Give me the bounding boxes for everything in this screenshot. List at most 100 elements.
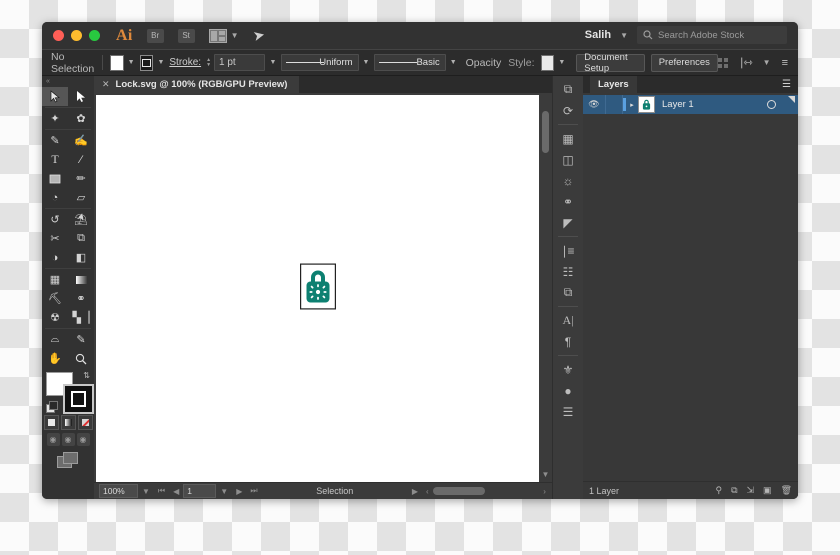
make-clipping-mask-icon[interactable]: ⧉	[731, 485, 737, 496]
direct-selection-tool[interactable]	[68, 87, 94, 106]
stroke-color-swatch[interactable]	[139, 54, 154, 71]
padlock-artwork[interactable]	[299, 263, 336, 314]
fill-chevron-down-icon[interactable]: ▼	[128, 59, 135, 66]
tools-collapse-button[interactable]: «	[42, 76, 94, 87]
artboard-canvas[interactable]	[96, 95, 539, 482]
layer-name[interactable]: Layer 1	[662, 99, 694, 110]
expand-layer-icon[interactable]: ▸	[626, 101, 638, 109]
perspective-grid-tool[interactable]: ◧	[68, 248, 94, 267]
color-guide-icon[interactable]: ⚭	[556, 191, 580, 212]
user-name-label[interactable]: Salih	[585, 29, 611, 41]
curvature-tool[interactable]: ✍	[68, 131, 94, 150]
opacity-label[interactable]: Opacity	[466, 57, 502, 69]
none-button[interactable]	[77, 415, 93, 430]
align-chevron-down-icon[interactable]: ▼	[763, 58, 771, 67]
artboard-number-field[interactable]: 1	[183, 484, 217, 498]
stroke-chevron-down-icon[interactable]: ▼	[157, 59, 164, 66]
transform-icon[interactable]: ☷	[556, 261, 580, 282]
eraser-tool[interactable]: ▱	[68, 188, 94, 207]
create-new-sublayer-icon[interactable]: ⇲	[747, 485, 755, 496]
column-graph-tool[interactable]: ▚▕	[68, 308, 94, 327]
hand-tool[interactable]: ✋	[42, 349, 68, 368]
delete-selection-icon[interactable]: 🗑	[781, 485, 792, 496]
paintbrush-tool[interactable]: ✏	[68, 169, 94, 188]
close-window-button[interactable]	[53, 30, 64, 41]
chevron-down-icon[interactable]: ▼	[542, 470, 550, 479]
horizontal-scrollbar-thumb[interactable]	[432, 487, 485, 495]
previous-artboard-icon[interactable]: ◀	[169, 487, 183, 496]
document-tab[interactable]: ✕ Lock.svg @ 100% (RGB/GPU Preview)	[94, 76, 300, 93]
lasso-tool[interactable]: ✿	[68, 109, 94, 128]
fill-color-swatch[interactable]	[109, 54, 124, 71]
draw-normal-icon[interactable]: ◉	[46, 433, 60, 446]
minimize-window-button[interactable]	[71, 30, 82, 41]
line-segment-tool[interactable]: ∕	[68, 150, 94, 169]
brush-definition-chevron-down-icon[interactable]: ▼	[450, 59, 457, 66]
scale-tool[interactable]: ⛱	[68, 210, 94, 229]
zoom-level-field[interactable]: 100%	[99, 484, 138, 498]
bridge-button[interactable]: Br	[146, 28, 164, 43]
swatches-icon[interactable]: ▦	[556, 128, 580, 149]
slice-tool[interactable]: ✎	[68, 330, 94, 349]
scroll-right-icon[interactable]: ›	[539, 487, 552, 496]
width-profile-chevron-down-icon[interactable]: ▼	[363, 59, 370, 66]
close-icon[interactable]: ✕	[102, 79, 110, 90]
selection-tool[interactable]	[42, 87, 68, 106]
brush-definition-select[interactable]: Basic	[374, 54, 446, 71]
panel-menu-icon[interactable]: ☰	[782, 79, 791, 90]
screen-mode-button[interactable]	[57, 452, 79, 468]
vertical-scrollbar-thumb[interactable]	[542, 111, 549, 153]
align-icon[interactable]: ∣⇿	[739, 56, 753, 69]
width-tool[interactable]: ✂	[42, 229, 68, 248]
brushes-icon[interactable]: ◤	[556, 212, 580, 233]
status-menu-icon[interactable]: ▶	[408, 487, 422, 496]
zoom-chevron-down-icon[interactable]: ▼	[138, 487, 154, 496]
gradient-icon[interactable]: ◫	[556, 149, 580, 170]
color-icon[interactable]: ☼	[556, 170, 580, 191]
mesh-tool[interactable]: ▦	[42, 270, 68, 289]
panel-options-icon[interactable]: ≡	[782, 57, 789, 69]
visibility-toggle-icon[interactable]: 👁	[583, 99, 605, 110]
style-chevron-down-icon[interactable]: ▼	[558, 59, 565, 66]
stroke-swatch[interactable]	[63, 384, 94, 414]
layers-tab[interactable]: Layers	[590, 76, 637, 93]
layers-menu-icon[interactable]: ☰	[556, 401, 580, 422]
symbol-sprayer-tool[interactable]: ☢	[42, 308, 68, 327]
stroke-label[interactable]: Stroke:	[169, 57, 201, 68]
width-profile-select[interactable]: Uniform	[281, 54, 359, 71]
pen-tool[interactable]: ✎	[42, 131, 68, 150]
rotate-tool[interactable]: ↺	[42, 210, 68, 229]
scroll-left-icon[interactable]: ‹	[422, 487, 433, 496]
stroke-weight-stepper[interactable]: ▲ ▼	[206, 57, 211, 68]
next-artboard-icon[interactable]: ▶	[232, 487, 246, 496]
maximize-window-button[interactable]	[89, 30, 100, 41]
default-fill-stroke-icon[interactable]	[46, 401, 58, 413]
magic-wand-tool[interactable]: ✦	[42, 109, 68, 128]
draw-inside-icon[interactable]: ◉	[76, 433, 90, 446]
type-tool[interactable]: T	[42, 150, 68, 169]
rectangle-tool[interactable]	[42, 169, 68, 188]
gradient-button[interactable]	[60, 415, 76, 430]
send-icon[interactable]: ➤	[251, 26, 266, 45]
shape-builder-tool[interactable]: ◑	[42, 248, 68, 267]
preferences-button[interactable]: Preferences	[650, 53, 718, 72]
properties-icon[interactable]: ⧉	[556, 79, 580, 100]
stroke-weight-field[interactable]: 1 pt	[214, 54, 266, 71]
appearance-icon[interactable]: ●	[556, 380, 580, 401]
lock-toggle-cell[interactable]	[605, 95, 623, 114]
artboard-chevron-down-icon[interactable]: ▼	[216, 487, 232, 496]
locate-object-icon[interactable]: ⚲	[715, 485, 722, 496]
user-chevron-down-icon[interactable]: ▼	[620, 31, 628, 40]
stock-button[interactable]: St	[177, 28, 195, 43]
vertical-scrollbar[interactable]: ▼	[539, 93, 552, 482]
free-transform-tool[interactable]: ⧉	[68, 229, 94, 248]
color-button[interactable]	[43, 415, 59, 430]
blend-tool[interactable]: ⚭	[68, 289, 94, 308]
artboard-tool[interactable]: ⌓	[42, 330, 68, 349]
zoom-tool[interactable]	[68, 349, 94, 368]
first-artboard-icon[interactable]: ⏮	[154, 486, 169, 496]
document-setup-button[interactable]: Document Setup	[576, 52, 645, 74]
paragraph-icon[interactable]: ¶	[556, 331, 580, 352]
stock-search-field[interactable]: Search Adobe Stock	[637, 26, 787, 44]
swap-fill-stroke-icon[interactable]: ⇅	[83, 371, 90, 380]
